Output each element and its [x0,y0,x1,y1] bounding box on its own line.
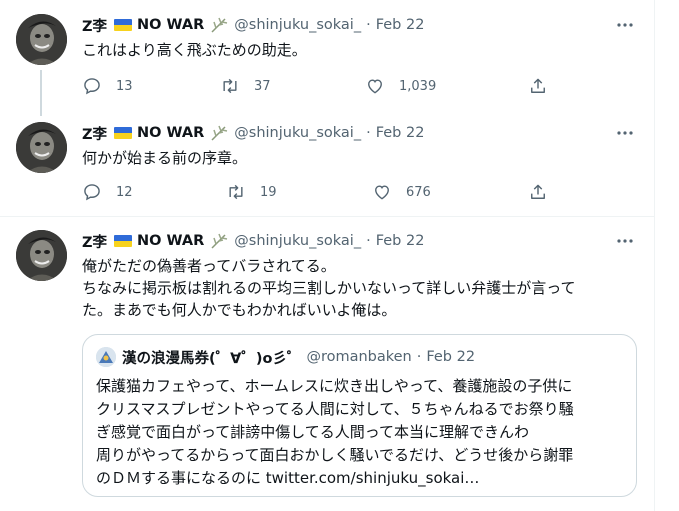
plant-emoji-icon [208,232,230,250]
like-button[interactable]: 676 [372,180,431,204]
quoted-avatar [96,347,116,367]
retweet-button[interactable]: 37 [220,74,271,98]
plant-emoji-icon [208,124,230,142]
author-handle[interactable]: @shinjuku_sokai_ [234,17,361,33]
reply-count: 12 [116,184,133,200]
quoted-author-handle[interactable]: @romanbaken [306,349,411,365]
author-name[interactable]: Z李 [82,123,107,144]
tweet-actions: 12 19 676 [82,180,562,204]
tweet-text: これはより高く飛ぶための助走。 [82,41,307,59]
like-button[interactable]: 1,039 [365,74,436,98]
author-name-suffix[interactable]: NO WAR [137,233,204,249]
quoted-tweet-header: 漢の浪漫馬券(゜∀゜)o彡゜ @romanbaken · Feb 22 [96,347,475,367]
quoted-text-line: クリスマスプレゼントやってる人間に対して、５ちゃんねるでお祭り騒 [96,400,574,418]
author-name-suffix[interactable]: NO WAR [137,125,204,141]
quoted-text-line: 周りがやってるからって面白おかしく騒いでるだけ、どうせ後から謝罪 [96,446,574,464]
more-icon[interactable] [615,15,635,35]
tweet-text-line: ちなみに掲示板は割れるの平均三割しかいないって詳しい弁護士が言って [82,279,576,297]
separator-dot: · [366,125,371,141]
reply-count: 13 [116,78,133,94]
tweet[interactable]: Z李 NO WAR @shinjuku_sokai_ · Feb 22 これはよ… [0,0,655,116]
plant-emoji-icon [208,16,230,34]
ukraine-flag-icon [114,127,133,139]
tweet-text: 俺がただの偽善者ってバラされてる。 ちなみに掲示板は割れるの平均三割しかいないっ… [82,255,642,321]
quoted-author-name[interactable]: 漢の浪漫馬券(゜∀゜)o彡゜ [122,347,301,368]
quoted-tweet-text: 保護猫カフェやって、ホームレスに炊き出しやって、養護施設の子供に クリスマスプレ… [96,375,631,490]
tweet-header: Z李 NO WAR @shinjuku_sokai_ · Feb 22 [82,15,424,35]
avatar[interactable] [16,14,67,65]
retweet-button[interactable]: 19 [226,180,277,204]
avatar[interactable] [16,122,67,173]
retweet-count: 19 [260,184,277,200]
more-icon[interactable] [615,123,635,143]
author-name-suffix[interactable]: NO WAR [137,17,204,33]
reply-button[interactable]: 12 [82,180,133,204]
author-handle[interactable]: @shinjuku_sokai_ [234,125,361,141]
heart-icon [375,185,389,200]
tweet-date[interactable]: Feb 22 [376,125,425,141]
retweet-count: 37 [254,78,271,94]
tweet-date[interactable]: Feb 22 [376,233,425,249]
tweet-text: 何かが始まる前の序章。 [82,149,248,167]
tweet-header: Z李 NO WAR @shinjuku_sokai_ · Feb 22 [82,231,424,251]
share-button[interactable] [528,180,548,204]
ukraine-flag-icon [114,19,133,31]
like-count: 1,039 [399,78,437,94]
separator-dot: · [366,17,371,33]
share-icon [531,78,545,93]
author-handle[interactable]: @shinjuku_sokai_ [234,233,361,249]
tweet-date[interactable]: Feb 22 [376,17,425,33]
reply-icon [84,184,100,201]
tweet-text-line: た。まあでも何人かでもわかればいいよ俺は。 [82,301,397,319]
separator-dot: · [416,349,422,365]
retweet-icon [223,78,237,94]
avatar[interactable] [16,230,67,281]
author-name[interactable]: Z李 [82,15,107,36]
quoted-text-line: ぎ感覚で面白がって誹謗中傷してる人間って本当に理解できんわ [96,423,530,441]
reply-icon [84,78,100,95]
tweet[interactable]: Z李 NO WAR @shinjuku_sokai_ · Feb 22 何かが始… [0,108,655,216]
tweet-text-line: 俺がただの偽善者ってバラされてる。 [82,257,336,275]
retweet-icon [229,184,243,200]
ukraine-flag-icon [114,235,133,247]
quoted-tweet[interactable]: 漢の浪漫馬券(゜∀゜)o彡゜ @romanbaken · Feb 22 保護猫カ… [82,334,637,497]
share-icon [531,184,545,199]
more-icon[interactable] [615,231,635,251]
quoted-text-line: のＤＭする事になるのに twitter.com/shinjuku_sokai… [96,469,480,487]
like-count: 676 [406,184,431,200]
reply-button[interactable]: 13 [82,74,133,98]
share-button[interactable] [528,74,548,98]
author-name[interactable]: Z李 [82,231,107,252]
tweet-header: Z李 NO WAR @shinjuku_sokai_ · Feb 22 [82,123,424,143]
quoted-tweet-date[interactable]: Feb 22 [426,349,475,365]
quoted-text-line: 保護猫カフェやって、ホームレスに炊き出しやって、養護施設の子供に [96,377,573,395]
timeline: Z李 NO WAR @shinjuku_sokai_ · Feb 22 これはよ… [0,0,655,511]
separator-dot: · [366,233,371,249]
tweet-actions: 13 37 1,039 [82,74,562,98]
heart-icon [368,79,382,94]
